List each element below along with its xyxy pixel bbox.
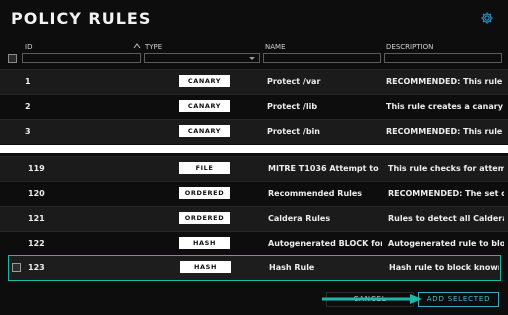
type-badge: FILE	[179, 162, 230, 174]
add-selected-button[interactable]: ADD SELECTED	[418, 292, 499, 307]
row-name: Protect /bin	[267, 127, 320, 136]
column-header-type[interactable]: TYPE	[145, 43, 162, 51]
select-all-checkbox[interactable]	[8, 54, 17, 63]
row-name: Recommended Rules	[268, 189, 363, 198]
row-description: Rules to detect all Caldera Li...	[388, 214, 504, 223]
type-badge: ORDERED	[179, 212, 230, 224]
row-description: This rule checks for attempt...	[388, 164, 504, 173]
table-row[interactable]: 121 ORDERED Caldera Rules Rules to detec…	[0, 206, 508, 231]
table-row[interactable]: 122 HASH Autogenerated BLOCK for /u... A…	[0, 231, 508, 256]
type-badge: HASH	[180, 261, 231, 273]
row-id: 120	[28, 189, 45, 198]
type-badge: CANARY	[179, 125, 230, 137]
row-checkbox[interactable]	[12, 263, 21, 272]
type-badge: CANARY	[179, 100, 230, 112]
row-name: Protect /lib	[267, 102, 318, 111]
row-id: 121	[28, 214, 45, 223]
row-id: 123	[28, 263, 45, 272]
dialog-title: POLICY RULES	[11, 9, 152, 28]
type-badge: CANARY	[179, 75, 230, 87]
table-row[interactable]: 120 ORDERED Recommended Rules RECOMMENDE…	[0, 181, 508, 206]
row-name: Protect /var	[267, 77, 321, 86]
table-row[interactable]: 2 CANARY Protect /lib This rule creates …	[0, 94, 508, 119]
row-description: This rule creates a canary fil...	[386, 102, 504, 111]
row-description: Hash rule to block known m...	[389, 263, 499, 272]
row-id: 1	[25, 77, 31, 86]
type-badge: ORDERED	[179, 187, 230, 199]
column-header-description[interactable]: DESCRIPTION	[386, 43, 433, 51]
row-name: Autogenerated BLOCK for /u...	[268, 239, 382, 248]
description-filter-input[interactable]	[384, 53, 502, 63]
table-row[interactable]: 119 FILE MITRE T1036 Attempt to ren... T…	[0, 156, 508, 181]
row-description: RECOMMENDED: This rule cr...	[386, 77, 504, 86]
table-row[interactable]: 1 CANARY Protect /var RECOMMENDED: This …	[0, 69, 508, 94]
row-id: 3	[25, 127, 31, 136]
column-header-name[interactable]: NAME	[265, 43, 286, 51]
column-header-id[interactable]: ID	[25, 43, 32, 51]
id-filter-input[interactable]	[22, 53, 141, 63]
type-filter-select[interactable]	[144, 53, 260, 63]
type-badge: HASH	[179, 237, 230, 249]
row-id: 2	[25, 102, 31, 111]
row-name: Caldera Rules	[268, 214, 331, 223]
name-filter-input[interactable]	[263, 53, 381, 63]
sort-ascending-icon[interactable]	[133, 42, 141, 50]
row-id: 119	[28, 164, 45, 173]
row-description: RECOMMENDED: The set of ...	[388, 189, 504, 198]
row-description: Autogenerated rule to block ...	[388, 239, 504, 248]
annotation-arrow-icon	[322, 294, 422, 304]
row-id: 122	[28, 239, 45, 248]
row-description: RECOMMENDED: This rule cr...	[386, 127, 504, 136]
table-row-selected[interactable]: 123 HASH Hash Rule Hash rule to block kn…	[8, 255, 501, 281]
table-row[interactable]: 3 CANARY Protect /bin RECOMMENDED: This …	[0, 119, 508, 144]
policy-rules-dialog-top: POLICY RULES ID TYPE NAME DESCRIPTION 1 …	[0, 0, 508, 145]
policy-rules-dialog-bottom: 119 FILE MITRE T1036 Attempt to ren... T…	[0, 153, 508, 315]
gear-icon[interactable]	[480, 11, 494, 25]
row-name: Hash Rule	[269, 263, 315, 272]
row-name: MITRE T1036 Attempt to ren...	[268, 164, 382, 173]
